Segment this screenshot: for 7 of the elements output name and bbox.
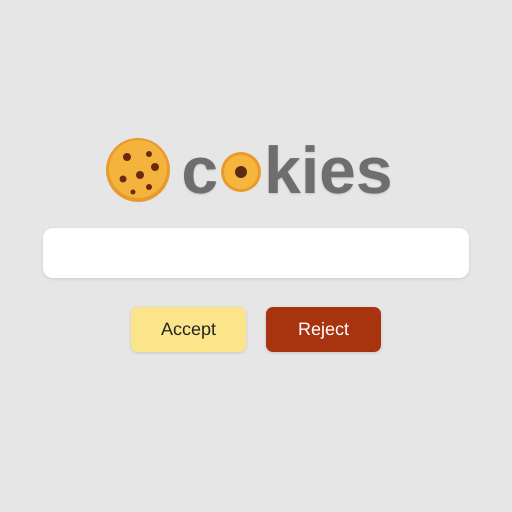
cookie-icon bbox=[105, 137, 172, 203]
title-text: kies bbox=[264, 137, 393, 203]
action-button[interactable]: Accept bbox=[131, 307, 246, 352]
action-button[interactable]: Reject bbox=[266, 307, 381, 352]
input-field[interactable] bbox=[43, 228, 469, 278]
cookie-icon bbox=[220, 151, 262, 193]
title-text: c bbox=[181, 137, 218, 203]
